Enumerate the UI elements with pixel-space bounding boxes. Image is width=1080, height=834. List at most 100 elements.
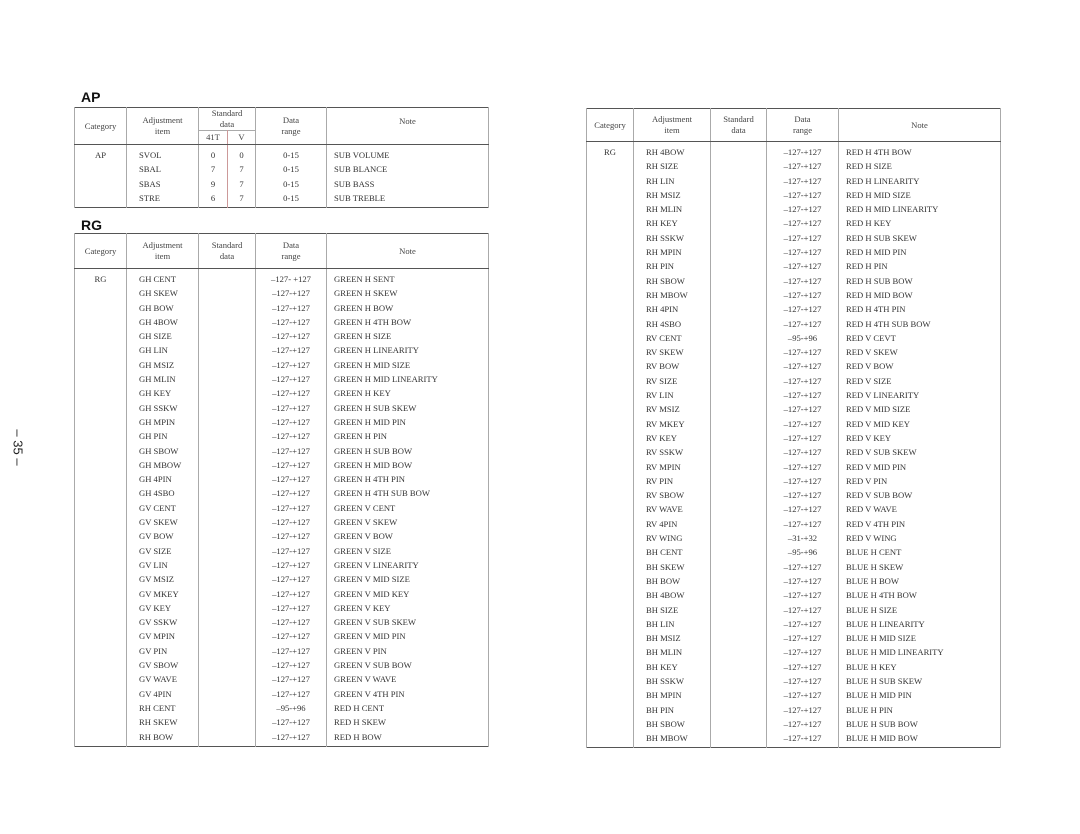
- rg-section-title: RG: [81, 217, 102, 233]
- data-range-cell: –127-+127: [766, 259, 839, 274]
- category-cell: [586, 716, 634, 732]
- note-cell: GREEN V CENT: [326, 500, 489, 516]
- data-range-cell: –127-+127: [766, 573, 839, 589]
- data-range-cell: –127-+127: [766, 731, 839, 748]
- adjustment-item-cell: GH KEY: [126, 386, 199, 401]
- data-range-cell: –127-+127: [766, 287, 839, 303]
- note-cell: RED V MID KEY: [838, 416, 1001, 431]
- header-category: Category: [586, 108, 634, 142]
- adjustment-item-cell: RV LIN: [633, 388, 711, 403]
- table-row: GV BOW –127-+127 GREEN V BOW: [74, 529, 489, 544]
- table-row: RH SKEW –127-+127 RED H SKEW: [74, 715, 489, 730]
- table-row: GH 4BOW –127-+127 GREEN H 4TH BOW: [74, 314, 489, 330]
- adjustment-item-cell: BH SKEW: [633, 559, 711, 574]
- adjustment-item-cell: RV SSKW: [633, 445, 711, 460]
- adjustment-item-cell: BH CENT: [633, 545, 711, 560]
- data-range-cell: –127-+127: [766, 688, 839, 703]
- standard-data-cell: [710, 173, 767, 188]
- table-row: RH KEY –127-+127 RED H KEY: [586, 216, 1001, 231]
- note-cell: BLUE H MID LINEARITY: [838, 645, 1001, 660]
- table-row: BH MSIZ –127-+127 BLUE H MID SIZE: [586, 631, 1001, 646]
- header-adjustment-line2: item: [664, 125, 680, 135]
- table-row: RH BOW –127-+127 RED H BOW: [74, 729, 489, 747]
- table-row: BH LIN –127-+127 BLUE H LINEARITY: [586, 616, 1001, 632]
- category-cell: [74, 686, 127, 701]
- standard-data-cell: [198, 372, 256, 387]
- standard-data-cell: [198, 586, 256, 601]
- data-range-cell: –127-+127: [766, 416, 839, 431]
- adjustment-item-cell: BH 4BOW: [633, 588, 711, 603]
- standard-data-cell: [198, 686, 256, 701]
- data-range-cell: –127-+127: [766, 273, 839, 288]
- data-range-cell: –127-+127: [255, 400, 327, 415]
- table-row: GH BOW –127-+127 GREEN H BOW: [74, 300, 489, 315]
- header-standard-line2: data: [731, 125, 746, 135]
- table-row: RV WAVE –127-+127 RED V WAVE: [586, 502, 1001, 517]
- data-range-cell: –127-+127: [766, 645, 839, 660]
- table-row: RH SBOW –127-+127 RED H SUB BOW: [586, 273, 1001, 288]
- table-row: BH MBOW –127-+127 BLUE H MID BOW: [586, 731, 1001, 748]
- table-row: STRE 6 7 0-15 SUB TREBLE: [74, 190, 489, 208]
- standard-data-cell: [710, 602, 767, 617]
- category-cell: [586, 345, 634, 360]
- table-row: RV PIN –127-+127 RED V PIN: [586, 473, 1001, 489]
- standard-data-cell: [710, 716, 767, 732]
- data-range-cell: –127-+127: [255, 615, 327, 630]
- adjustment-item-cell: GV 4PIN: [126, 686, 199, 701]
- header-note: Note: [838, 108, 1001, 142]
- standard-data-cell: [710, 502, 767, 517]
- category-cell: [74, 329, 127, 344]
- header-category: Category: [74, 233, 127, 269]
- category-cell: [586, 273, 634, 288]
- note-cell: SUB BASS: [326, 176, 489, 191]
- note-cell: SUB BLANCE: [326, 162, 489, 177]
- category-cell: [74, 386, 127, 401]
- data-range-cell: –127-+127: [255, 414, 327, 430]
- standard-data-cell: [198, 700, 256, 716]
- table-row: RH 4PIN –127-+127 RED H 4TH PIN: [586, 302, 1001, 317]
- adjustment-item-cell: STRE: [126, 190, 199, 208]
- note-cell: BLUE H MID SIZE: [838, 631, 1001, 646]
- table-row: RV SKEW –127-+127 RED V SKEW: [586, 345, 1001, 360]
- table-row: GV LIN –127-+127 GREEN V LINEARITY: [74, 557, 489, 573]
- data-range-cell: –127-+127: [766, 345, 839, 360]
- note-cell: RED H 4TH BOW: [838, 141, 1001, 160]
- category-cell: [74, 372, 127, 387]
- note-cell: GREEN V SKEW: [326, 515, 489, 530]
- note-cell: RED V KEY: [838, 430, 1001, 446]
- adjustment-item-cell: GV SSKW: [126, 615, 199, 630]
- header-adjustment-line1: Adjustment: [142, 115, 183, 125]
- standard-v-cell: 7: [227, 176, 256, 191]
- data-range-cell: –127-+127: [766, 173, 839, 188]
- data-range-cell: –127-+127: [255, 643, 327, 659]
- data-range-cell: –127-+127: [255, 515, 327, 530]
- adjustment-item-cell: GV WAVE: [126, 672, 199, 687]
- adjustment-item-cell: RH SIZE: [633, 159, 711, 174]
- data-range-cell: –95-+96: [766, 330, 839, 346]
- category-cell: [74, 500, 127, 516]
- table-row: GH SBOW –127-+127 GREEN H SUB BOW: [74, 443, 489, 458]
- header-standard-line2: data: [219, 119, 235, 129]
- note-cell: GREEN V KEY: [326, 600, 489, 616]
- data-range-cell: 0-15: [255, 162, 327, 177]
- header-standard-data: Standard data: [198, 107, 256, 131]
- standard-data-cell: [198, 557, 256, 573]
- note-cell: GREEN V MID SIZE: [326, 572, 489, 587]
- standard-data-cell: [198, 486, 256, 501]
- category-cell: [74, 443, 127, 458]
- data-range-cell: –127-+127: [255, 529, 327, 544]
- table-row: GH SIZE –127-+127 GREEN H SIZE: [74, 329, 489, 344]
- adjustment-item-cell: BH PIN: [633, 702, 711, 717]
- header-standard-data: Standard data: [710, 108, 767, 142]
- standard-data-cell: [198, 443, 256, 458]
- adjustment-item-cell: RH 4SBO: [633, 316, 711, 331]
- adjustment-item-cell: RH SKEW: [126, 715, 199, 730]
- adjustment-item-cell: RV PIN: [633, 473, 711, 489]
- note-cell: SUB TREBLE: [326, 190, 489, 208]
- header-standard-line1: Standard: [211, 108, 243, 118]
- adjustment-item-cell: GV SKEW: [126, 515, 199, 530]
- header-standard-41t: 41T: [198, 130, 228, 145]
- table-row: GH LIN –127-+127 GREEN H LINEARITY: [74, 343, 489, 358]
- data-range-cell: –127-+127: [766, 588, 839, 603]
- note-cell: RED H MID BOW: [838, 287, 1001, 303]
